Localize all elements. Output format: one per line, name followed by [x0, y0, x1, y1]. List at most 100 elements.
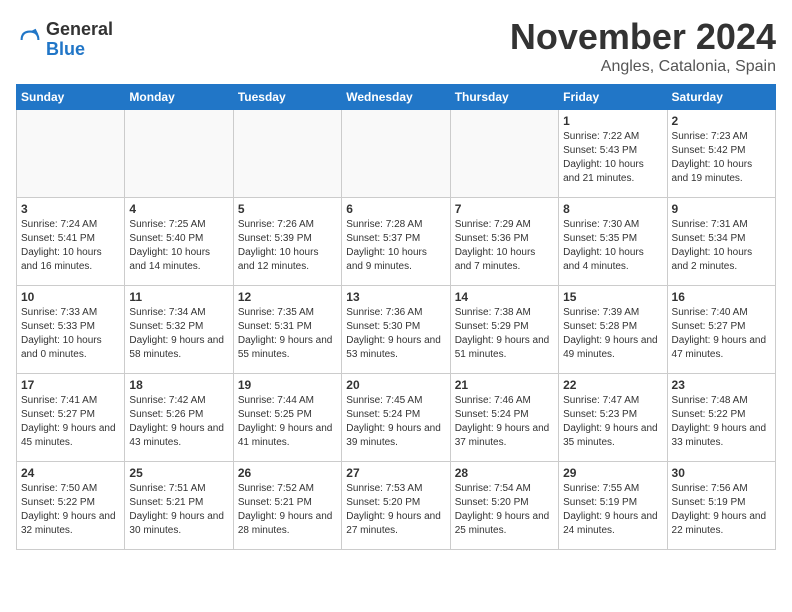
calendar-cell: 19 Sunrise: 7:44 AM Sunset: 5:25 PM Dayli…	[233, 374, 341, 462]
calendar-cell: 12Sunrise: 7:35 AM Sunset: 5:31 PM Dayli…	[233, 286, 341, 374]
day-number: 14	[455, 290, 554, 304]
logo-general-label: General	[46, 20, 113, 40]
calendar-week-0: 1Sunrise: 7:22 AM Sunset: 5:43 PM Daylig…	[17, 110, 776, 198]
day-info: Sunrise: 7:54 AM Sunset: 5:20 PM Dayligh…	[455, 482, 554, 538]
calendar-cell: 21 Sunrise: 7:46 AM Sunset: 5:24 PM Dayli…	[450, 374, 558, 462]
day-number: 19	[238, 378, 337, 392]
day-info: Sunrise: 7:51 AM Sunset: 5:21 PM Dayligh…	[129, 482, 228, 538]
calendar-cell: 16Sunrise: 7:40 AM Sunset: 5:27 PM Dayli…	[667, 286, 775, 374]
weekday-header-wednesday: Wednesday	[342, 85, 450, 110]
day-number: 5	[238, 202, 337, 216]
calendar-cell	[342, 110, 450, 198]
calendar-cell: 3 Sunrise: 7:24 AM Sunset: 5:41 PM Daylig…	[17, 198, 125, 286]
calendar-cell: 11 Sunrise: 7:34 AM Sunset: 5:32 PM Dayli…	[125, 286, 233, 374]
calendar-cell	[125, 110, 233, 198]
day-info: Sunrise: 7:31 AM Sunset: 5:34 PM Dayligh…	[672, 218, 771, 274]
day-info: Sunrise: 7:41 AM Sunset: 5:27 PM Dayligh…	[21, 394, 120, 450]
calendar-cell: 22Sunrise: 7:47 AM Sunset: 5:23 PM Dayli…	[559, 374, 667, 462]
day-number: 2	[672, 114, 771, 128]
weekday-header-friday: Friday	[559, 85, 667, 110]
day-info: Sunrise: 7:28 AM Sunset: 5:37 PM Dayligh…	[346, 218, 445, 274]
calendar-cell: 18 Sunrise: 7:42 AM Sunset: 5:26 PM Dayli…	[125, 374, 233, 462]
calendar-cell: 2 Sunrise: 7:23 AM Sunset: 5:42 PM Daylig…	[667, 110, 775, 198]
day-number: 30	[672, 466, 771, 480]
logo-icon	[16, 26, 44, 54]
calendar-cell	[233, 110, 341, 198]
logo-blue-label: Blue	[46, 40, 113, 60]
day-info: Sunrise: 7:30 AM Sunset: 5:35 PM Dayligh…	[563, 218, 662, 274]
weekday-header-tuesday: Tuesday	[233, 85, 341, 110]
day-info: Sunrise: 7:39 AM Sunset: 5:28 PM Dayligh…	[563, 306, 662, 362]
day-info: Sunrise: 7:45 AM Sunset: 5:24 PM Dayligh…	[346, 394, 445, 450]
day-info: Sunrise: 7:38 AM Sunset: 5:29 PM Dayligh…	[455, 306, 554, 362]
day-info: Sunrise: 7:23 AM Sunset: 5:42 PM Dayligh…	[672, 130, 771, 186]
weekday-header-thursday: Thursday	[450, 85, 558, 110]
calendar-cell: 9 Sunrise: 7:31 AM Sunset: 5:34 PM Daylig…	[667, 198, 775, 286]
weekday-header-saturday: Saturday	[667, 85, 775, 110]
calendar-cell: 28 Sunrise: 7:54 AM Sunset: 5:20 PM Dayli…	[450, 462, 558, 550]
day-info: Sunrise: 7:42 AM Sunset: 5:26 PM Dayligh…	[129, 394, 228, 450]
day-number: 3	[21, 202, 120, 216]
day-number: 9	[672, 202, 771, 216]
calendar-cell: 20 Sunrise: 7:45 AM Sunset: 5:24 PM Dayli…	[342, 374, 450, 462]
day-info: Sunrise: 7:53 AM Sunset: 5:20 PM Dayligh…	[346, 482, 445, 538]
calendar-cell: 24 Sunrise: 7:50 AM Sunset: 5:22 PM Dayli…	[17, 462, 125, 550]
day-number: 1	[563, 114, 662, 128]
day-number: 17	[21, 378, 120, 392]
day-number: 18	[129, 378, 228, 392]
day-number: 13	[346, 290, 445, 304]
day-info: Sunrise: 7:35 AM Sunset: 5:31 PM Dayligh…	[238, 306, 337, 362]
day-info: Sunrise: 7:44 AM Sunset: 5:25 PM Dayligh…	[238, 394, 337, 450]
weekday-header-row: SundayMondayTuesdayWednesdayThursdayFrid…	[17, 85, 776, 110]
day-number: 11	[129, 290, 228, 304]
day-number: 29	[563, 466, 662, 480]
day-info: Sunrise: 7:47 AM Sunset: 5:23 PM Dayligh…	[563, 394, 662, 450]
day-info: Sunrise: 7:55 AM Sunset: 5:19 PM Dayligh…	[563, 482, 662, 538]
calendar-cell: 7Sunrise: 7:29 AM Sunset: 5:36 PM Daylig…	[450, 198, 558, 286]
logo: General Blue	[16, 20, 113, 60]
calendar-cell: 29 Sunrise: 7:55 AM Sunset: 5:19 PM Dayli…	[559, 462, 667, 550]
day-number: 26	[238, 466, 337, 480]
day-number: 23	[672, 378, 771, 392]
day-info: Sunrise: 7:25 AM Sunset: 5:40 PM Dayligh…	[129, 218, 228, 274]
calendar-cell: 30Sunrise: 7:56 AM Sunset: 5:19 PM Dayli…	[667, 462, 775, 550]
calendar-cell: 23 Sunrise: 7:48 AM Sunset: 5:22 PM Dayli…	[667, 374, 775, 462]
weekday-header-monday: Monday	[125, 85, 233, 110]
day-info: Sunrise: 7:50 AM Sunset: 5:22 PM Dayligh…	[21, 482, 120, 538]
day-number: 7	[455, 202, 554, 216]
day-number: 24	[21, 466, 120, 480]
calendar-cell: 27Sunrise: 7:53 AM Sunset: 5:20 PM Dayli…	[342, 462, 450, 550]
location-label: Angles, Catalonia, Spain	[510, 58, 776, 76]
day-number: 6	[346, 202, 445, 216]
day-number: 20	[346, 378, 445, 392]
calendar-cell: 1Sunrise: 7:22 AM Sunset: 5:43 PM Daylig…	[559, 110, 667, 198]
day-number: 25	[129, 466, 228, 480]
day-number: 10	[21, 290, 120, 304]
day-number: 16	[672, 290, 771, 304]
day-info: Sunrise: 7:33 AM Sunset: 5:33 PM Dayligh…	[21, 306, 120, 362]
weekday-header-sunday: Sunday	[17, 85, 125, 110]
day-info: Sunrise: 7:24 AM Sunset: 5:41 PM Dayligh…	[21, 218, 120, 274]
logo-text: General Blue	[46, 20, 113, 60]
day-info: Sunrise: 7:34 AM Sunset: 5:32 PM Dayligh…	[129, 306, 228, 362]
day-number: 8	[563, 202, 662, 216]
calendar-cell	[450, 110, 558, 198]
calendar-week-1: 3 Sunrise: 7:24 AM Sunset: 5:41 PM Daylig…	[17, 198, 776, 286]
day-info: Sunrise: 7:36 AM Sunset: 5:30 PM Dayligh…	[346, 306, 445, 362]
day-number: 28	[455, 466, 554, 480]
day-info: Sunrise: 7:46 AM Sunset: 5:24 PM Dayligh…	[455, 394, 554, 450]
calendar: SundayMondayTuesdayWednesdayThursdayFrid…	[16, 84, 776, 550]
day-number: 15	[563, 290, 662, 304]
day-info: Sunrise: 7:48 AM Sunset: 5:22 PM Dayligh…	[672, 394, 771, 450]
day-number: 21	[455, 378, 554, 392]
month-title: November 2024	[510, 16, 776, 58]
day-info: Sunrise: 7:26 AM Sunset: 5:39 PM Dayligh…	[238, 218, 337, 274]
calendar-week-4: 24 Sunrise: 7:50 AM Sunset: 5:22 PM Dayli…	[17, 462, 776, 550]
day-number: 4	[129, 202, 228, 216]
calendar-cell: 10 Sunrise: 7:33 AM Sunset: 5:33 PM Dayli…	[17, 286, 125, 374]
calendar-cell: 15 Sunrise: 7:39 AM Sunset: 5:28 PM Dayli…	[559, 286, 667, 374]
calendar-cell: 25 Sunrise: 7:51 AM Sunset: 5:21 PM Dayli…	[125, 462, 233, 550]
calendar-cell: 6 Sunrise: 7:28 AM Sunset: 5:37 PM Daylig…	[342, 198, 450, 286]
calendar-cell: 26Sunrise: 7:52 AM Sunset: 5:21 PM Dayli…	[233, 462, 341, 550]
calendar-cell: 8 Sunrise: 7:30 AM Sunset: 5:35 PM Daylig…	[559, 198, 667, 286]
